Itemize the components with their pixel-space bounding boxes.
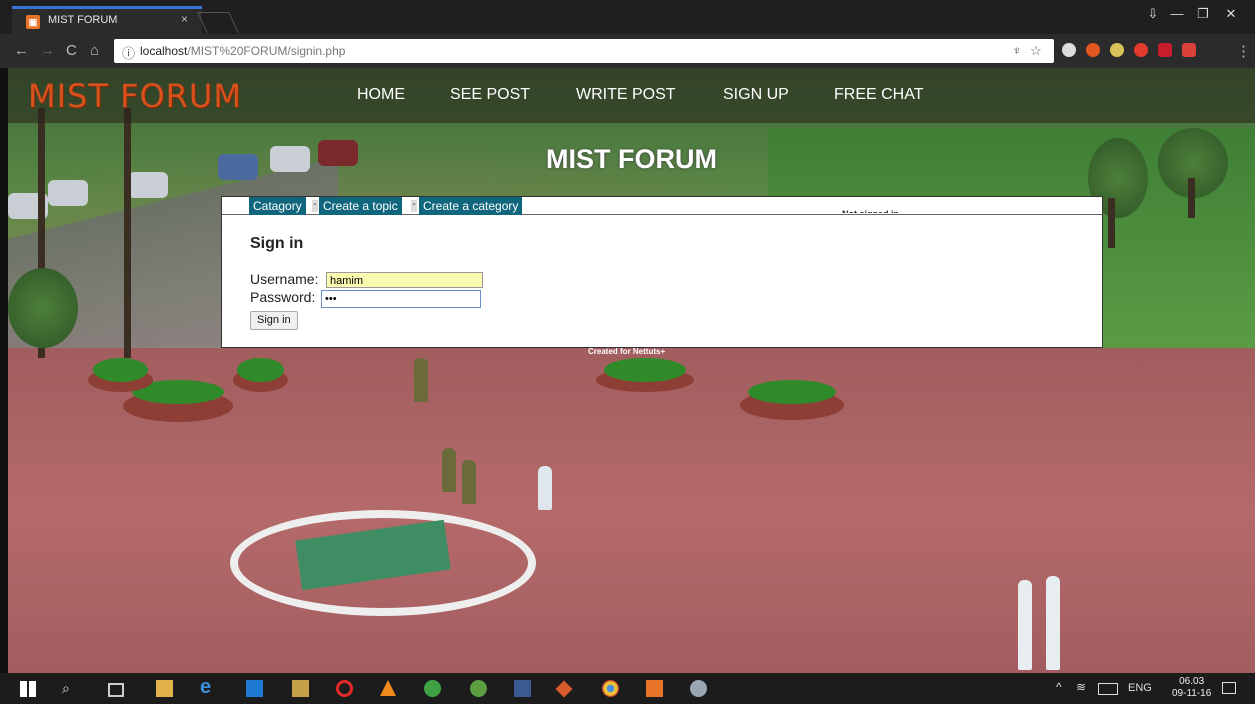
site-header: MIST FORUM HOME SEE POST WRITE POST SIGN… xyxy=(8,68,1255,123)
nav-link-home[interactable]: HOME xyxy=(357,86,405,104)
vlc-icon[interactable] xyxy=(380,680,396,696)
url-host: localhost xyxy=(140,44,188,58)
utorrent-icon[interactable] xyxy=(424,680,441,697)
signin-panel: Catagory - Create a topic - Create a cat… xyxy=(221,196,1103,348)
background-person xyxy=(1046,576,1060,670)
reload-icon[interactable]: C xyxy=(66,42,77,59)
edge-icon[interactable] xyxy=(246,680,263,697)
signin-button[interactable]: Sign in xyxy=(250,311,298,330)
close-window-button[interactable]: ✕ xyxy=(1220,4,1242,24)
nav-link-free-chat[interactable]: FREE CHAT xyxy=(834,86,923,104)
tab-title: MIST FORUM xyxy=(48,14,118,26)
userbar-status: Not signed in xyxy=(842,209,899,213)
language-indicator[interactable]: ENG xyxy=(1128,682,1152,694)
extension-icon-2[interactable] xyxy=(1086,43,1100,57)
bookmark-star-icon[interactable]: ☆ xyxy=(1030,43,1042,59)
tab-separator: - xyxy=(411,199,417,212)
clock[interactable]: 06.03 09-11-16 xyxy=(1172,676,1211,700)
task-view-icon[interactable] xyxy=(108,683,124,697)
adblock-icon[interactable] xyxy=(1158,43,1172,57)
background-planter xyxy=(123,380,233,422)
tab-close-icon[interactable]: × xyxy=(181,12,188,26)
background-planter xyxy=(596,358,694,392)
forward-icon[interactable]: → xyxy=(40,42,55,59)
url-text: localhost/MIST%20FORUM/signin.php xyxy=(140,44,345,58)
start-icon[interactable] xyxy=(20,681,36,697)
background-tree-trunk xyxy=(1188,178,1195,218)
tab-separator: - xyxy=(312,199,318,212)
tab-catagory[interactable]: Catagory xyxy=(249,197,306,215)
browser-tab-bar: ▣ MIST FORUM × ⇩ — ❐ ✕ xyxy=(0,0,1255,34)
page-viewport: MIST FORUM HOME SEE POST WRITE POST SIGN… xyxy=(8,68,1255,673)
background-person xyxy=(1018,580,1032,670)
file-explorer-icon[interactable] xyxy=(156,680,173,697)
new-tab-button[interactable] xyxy=(197,12,239,33)
wifi-icon[interactable]: ≋ xyxy=(1076,680,1086,694)
menu-dots-icon[interactable]: ⋮ xyxy=(1236,42,1251,60)
tab-create-topic[interactable]: Create a topic xyxy=(319,197,402,215)
background-person xyxy=(442,448,456,492)
browser-tab[interactable]: ▣ MIST FORUM × xyxy=(12,6,202,34)
nav-link-write-post[interactable]: WRITE POST xyxy=(576,86,676,104)
tab-create-category[interactable]: Create a category xyxy=(419,197,523,215)
matlab-icon[interactable] xyxy=(555,680,573,698)
background-person xyxy=(414,358,428,402)
password-input[interactable]: ••• xyxy=(321,290,481,308)
background-person xyxy=(462,460,476,504)
info-icon[interactable]: ⓘ xyxy=(122,43,135,62)
home-icon[interactable]: ⌂ xyxy=(90,42,99,59)
background-car xyxy=(48,180,88,206)
page-title: MIST FORUM xyxy=(546,144,717,174)
nav-link-sign-up[interactable]: SIGN UP xyxy=(723,86,789,104)
username-label: Username: xyxy=(250,271,319,287)
notification-icon[interactable] xyxy=(1222,682,1236,694)
extension-icon-3[interactable] xyxy=(1110,43,1124,57)
favicon-icon: ▣ xyxy=(26,15,40,29)
credit-text: Created for Nettuts+ xyxy=(588,347,666,356)
maximize-button[interactable]: ❐ xyxy=(1192,4,1214,24)
browser-toolbar: ← → C ⌂ ⓘ localhost/MIST%20FORUM/signin.… xyxy=(0,34,1255,68)
address-bar[interactable]: ⓘ localhost/MIST%20FORUM/signin.php ♆ ☆ xyxy=(114,39,1054,63)
signin-heading: Sign in xyxy=(250,235,304,252)
background-planter xyxy=(88,358,153,392)
password-label: Password: xyxy=(250,289,316,305)
username-input[interactable]: hamim xyxy=(326,272,483,288)
user-icon[interactable]: ⇩ xyxy=(1142,4,1164,24)
background-planter xyxy=(233,358,288,392)
user-bar: Catagory - Create a topic - Create a cat… xyxy=(222,197,1102,215)
app-icon-2[interactable] xyxy=(470,680,487,697)
app-icon-3[interactable] xyxy=(514,680,531,697)
taskbar: ⌕ e ^ ≋ ENG 06.03 09-11-16 xyxy=(0,673,1255,704)
background-car xyxy=(128,172,168,198)
paint-icon[interactable] xyxy=(690,680,707,697)
ie-icon[interactable]: e xyxy=(200,676,217,698)
keyboard-icon[interactable] xyxy=(1098,683,1118,695)
opera-icon[interactable] xyxy=(336,680,353,697)
search-icon[interactable]: ⌕ xyxy=(62,680,79,697)
background-person xyxy=(538,466,552,510)
site-logo[interactable]: MIST FORUM xyxy=(28,77,242,115)
xampp-icon[interactable] xyxy=(646,680,663,697)
extension-icon-1[interactable] xyxy=(1062,43,1076,57)
url-path: /MIST%20FORUM/signin.php xyxy=(187,44,346,58)
extension-icon-4[interactable] xyxy=(1134,43,1148,57)
background-planter xyxy=(740,380,844,420)
tray-chevron-icon[interactable]: ^ xyxy=(1056,680,1062,694)
back-icon[interactable]: ← xyxy=(14,42,29,59)
extension-icon-6[interactable] xyxy=(1182,43,1196,57)
app-icon[interactable] xyxy=(292,680,309,697)
background-tree xyxy=(8,268,78,348)
chrome-icon[interactable] xyxy=(602,680,619,697)
clock-date: 09-11-16 xyxy=(1172,688,1212,699)
nav-link-see-post[interactable]: SEE POST xyxy=(450,86,530,104)
key-icon[interactable]: ♆ xyxy=(1012,43,1022,58)
clock-time: 06.03 xyxy=(1179,676,1205,687)
minimize-button[interactable]: — xyxy=(1166,4,1188,24)
background-tree-trunk xyxy=(1108,198,1115,248)
